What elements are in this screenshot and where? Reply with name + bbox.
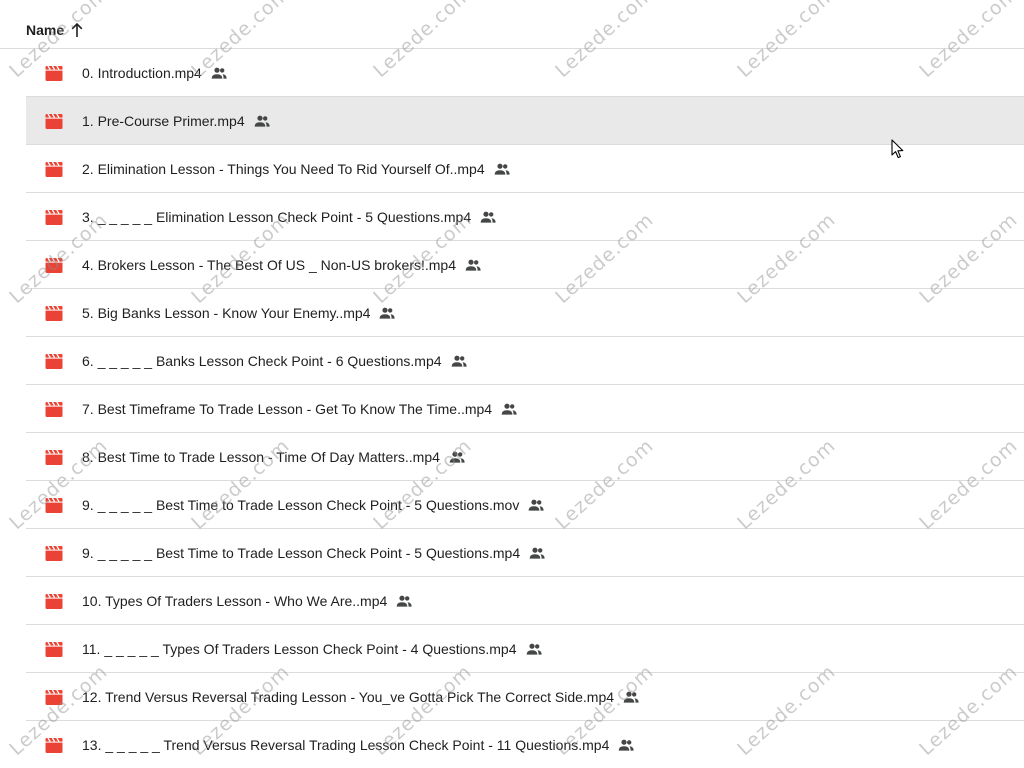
file-row[interactable]: 5. Big Banks Lesson - Know Your Enemy..m… — [26, 289, 1024, 337]
file-name-cell: 10. Types Of Traders Lesson - Who We Are… — [82, 577, 412, 625]
arrow-up-icon — [71, 22, 83, 37]
shared-people-icon — [529, 547, 545, 559]
file-name: 1. Pre-Course Primer.mp4 — [82, 113, 245, 129]
file-name: 11. _ _ _ _ _ Types Of Traders Lesson Ch… — [82, 641, 517, 657]
video-file-icon — [45, 354, 63, 369]
file-name-cell: 12. Trend Versus Reversal Trading Lesson… — [82, 673, 639, 721]
video-file-icon — [45, 642, 63, 657]
video-file-icon — [45, 594, 63, 609]
shared-people-icon — [526, 643, 542, 655]
file-name: 12. Trend Versus Reversal Trading Lesson… — [82, 689, 615, 705]
file-name-cell: 1. Pre-Course Primer.mp4 — [82, 97, 270, 145]
file-name: 13. _ _ _ _ _ Trend Versus Reversal Trad… — [82, 737, 610, 753]
video-file-icon — [45, 690, 63, 705]
file-row[interactable]: 12. Trend Versus Reversal Trading Lesson… — [26, 673, 1024, 721]
shared-people-icon — [254, 115, 270, 127]
video-file-icon — [45, 546, 63, 561]
file-name: 6. _ _ _ _ _ Banks Lesson Check Point - … — [82, 353, 442, 369]
name-column-label: Name — [26, 22, 65, 38]
video-file-icon — [45, 498, 63, 513]
file-row[interactable]: 7. Best Timeframe To Trade Lesson - Get … — [26, 385, 1024, 433]
file-row[interactable]: 4. Brokers Lesson - The Best Of US _ Non… — [26, 241, 1024, 289]
shared-people-icon — [494, 163, 510, 175]
file-row[interactable]: 3. _ _ _ _ _ Elimination Lesson Check Po… — [26, 193, 1024, 241]
shared-people-icon — [451, 355, 467, 367]
file-name-cell: 6. _ _ _ _ _ Banks Lesson Check Point - … — [82, 337, 467, 385]
shared-people-icon — [465, 259, 481, 271]
video-file-icon — [45, 66, 63, 81]
file-name: 8. Best Time to Trade Lesson - Time Of D… — [82, 449, 440, 465]
file-row[interactable]: 11. _ _ _ _ _ Types Of Traders Lesson Ch… — [26, 625, 1024, 673]
shared-people-icon — [449, 451, 465, 463]
file-name-cell: 0. Introduction.mp4 — [82, 49, 227, 97]
file-name: 9. _ _ _ _ _ Best Time to Trade Lesson C… — [82, 545, 521, 561]
file-row[interactable]: 0. Introduction.mp4 — [26, 49, 1024, 97]
file-name-cell: 9. _ _ _ _ _ Best Time to Trade Lesson C… — [82, 481, 544, 529]
shared-people-icon — [211, 67, 227, 79]
file-list: 0. Introduction.mp4 1. Pre-Course Primer.… — [0, 49, 1024, 768]
file-row[interactable]: 8. Best Time to Trade Lesson - Time Of D… — [26, 433, 1024, 481]
file-name: 2. Elimination Lesson - Things You Need … — [82, 161, 485, 177]
file-name-cell: 11. _ _ _ _ _ Types Of Traders Lesson Ch… — [82, 625, 542, 673]
mouse-pointer-icon — [891, 139, 904, 159]
shared-people-icon — [618, 739, 634, 751]
file-name-cell: 4. Brokers Lesson - The Best Of US _ Non… — [82, 241, 481, 289]
video-file-icon — [45, 738, 63, 753]
video-file-icon — [45, 210, 63, 225]
file-name-cell: 13. _ _ _ _ _ Trend Versus Reversal Trad… — [82, 721, 634, 768]
file-name: 9. _ _ _ _ _ Best Time to Trade Lesson C… — [82, 497, 520, 513]
file-name: 5. Big Banks Lesson - Know Your Enemy..m… — [82, 305, 371, 321]
file-name-cell: 8. Best Time to Trade Lesson - Time Of D… — [82, 433, 465, 481]
file-name-cell: 5. Big Banks Lesson - Know Your Enemy..m… — [82, 289, 396, 337]
sort-by-name-button[interactable]: Name — [26, 17, 84, 43]
file-row[interactable]: 9. _ _ _ _ _ Best Time to Trade Lesson C… — [26, 529, 1024, 577]
file-name: 7. Best Timeframe To Trade Lesson - Get … — [82, 401, 493, 417]
video-file-icon — [45, 450, 63, 465]
file-name: 10. Types Of Traders Lesson - Who We Are… — [82, 593, 388, 609]
file-row[interactable]: 13. _ _ _ _ _ Trend Versus Reversal Trad… — [26, 721, 1024, 768]
video-file-icon — [45, 402, 63, 417]
file-name-cell: 2. Elimination Lesson - Things You Need … — [82, 145, 510, 193]
file-name: 3. _ _ _ _ _ Elimination Lesson Check Po… — [82, 209, 472, 225]
video-file-icon — [45, 114, 63, 129]
video-file-icon — [45, 162, 63, 177]
file-list-page: Name 0. Introduction.mp4 1. Pre-Course Pr… — [0, 0, 1024, 768]
file-name: 4. Brokers Lesson - The Best Of US _ Non… — [82, 257, 457, 273]
file-name: 0. Introduction.mp4 — [82, 65, 202, 81]
file-row[interactable]: 1. Pre-Course Primer.mp4 — [26, 97, 1024, 145]
file-name-cell: 7. Best Timeframe To Trade Lesson - Get … — [82, 385, 517, 433]
shared-people-icon — [396, 595, 412, 607]
file-name-cell: 9. _ _ _ _ _ Best Time to Trade Lesson C… — [82, 529, 545, 577]
file-row[interactable]: 2. Elimination Lesson - Things You Need … — [26, 145, 1024, 193]
video-file-icon — [45, 258, 63, 273]
video-file-icon — [45, 306, 63, 321]
shared-people-icon — [480, 211, 496, 223]
shared-people-icon — [528, 499, 544, 511]
shared-people-icon — [623, 691, 639, 703]
file-row[interactable]: 10. Types Of Traders Lesson - Who We Are… — [26, 577, 1024, 625]
shared-people-icon — [380, 307, 396, 319]
file-row[interactable]: 9. _ _ _ _ _ Best Time to Trade Lesson C… — [26, 481, 1024, 529]
shared-people-icon — [501, 403, 517, 415]
file-row[interactable]: 6. _ _ _ _ _ Banks Lesson Check Point - … — [26, 337, 1024, 385]
file-list-header: Name — [0, 0, 1024, 49]
file-name-cell: 3. _ _ _ _ _ Elimination Lesson Check Po… — [82, 193, 496, 241]
